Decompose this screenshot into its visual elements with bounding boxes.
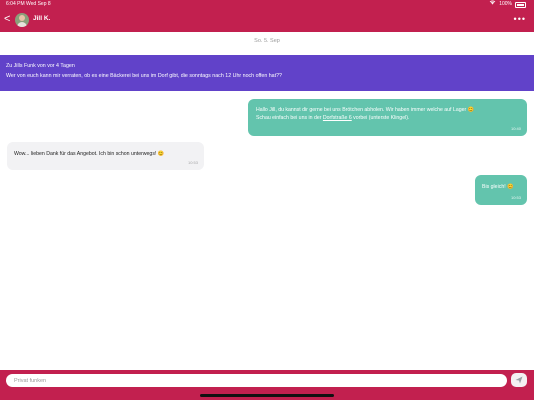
- back-button[interactable]: <: [4, 13, 10, 25]
- avatar-head: [19, 15, 25, 21]
- message-text-segment: vorbei (unterste Klingel).: [351, 115, 410, 121]
- message-time: 10:53: [510, 195, 521, 200]
- banner-message: Wer von euch kann mir verraten, ob es ei…: [6, 73, 282, 79]
- reply-context-banner[interactable]: Zu Jills Funk von vor 4 Tagen Wer von eu…: [0, 55, 534, 91]
- message-text-segment: Schau einfach bei uns in der: [256, 115, 323, 121]
- banner-title: Zu Jills Funk von vor 4 Tagen: [6, 63, 75, 69]
- message-bubble-incoming: Wow... lieben Dank für das Angebot. Ich …: [7, 142, 204, 170]
- contact-name[interactable]: Jill K.: [33, 15, 50, 22]
- message-time: 10:40: [510, 126, 521, 131]
- avatar[interactable]: [15, 13, 29, 27]
- more-options-button[interactable]: •••: [514, 14, 526, 24]
- status-right: 100%: [489, 0, 526, 9]
- send-icon: [515, 371, 523, 389]
- avatar-body: [17, 22, 27, 27]
- message-bubble-outgoing: Bis gleich! 😊 10:53: [475, 175, 527, 205]
- message-text-line2: Schau einfach bei uns in der Dorfstraße …: [256, 114, 519, 122]
- message-time: 10:53: [187, 160, 198, 165]
- battery-percent: 100%: [499, 1, 512, 7]
- status-bar: 6:04 PM Wed Sep 8 100%: [0, 0, 534, 9]
- message-text-line1: Hallo Jill, du kannst dir gerne bei uns …: [256, 107, 475, 113]
- status-time-date: 6:04 PM Wed Sep 8: [6, 0, 51, 9]
- message-bubble-outgoing: Hallo Jill, du kannst dir gerne bei uns …: [248, 99, 527, 136]
- message-text: Wow... lieben Dank für das Angebot. Ich …: [14, 151, 165, 157]
- address-link[interactable]: Dorfstraße 6: [323, 115, 352, 121]
- date-divider: So. 5. Sep: [254, 38, 280, 44]
- home-indicator: [200, 394, 334, 397]
- battery-icon: [515, 1, 526, 8]
- status-time: 6:04 PM: [6, 1, 25, 7]
- send-button[interactable]: [511, 373, 527, 387]
- message-text: Bis gleich! 😊: [482, 184, 514, 190]
- status-date: Wed Sep 8: [26, 1, 51, 7]
- wifi-icon: [489, 0, 496, 9]
- message-input[interactable]: [6, 374, 507, 387]
- top-bar: 6:04 PM Wed Sep 8 100% < Jill K. •••: [0, 0, 534, 32]
